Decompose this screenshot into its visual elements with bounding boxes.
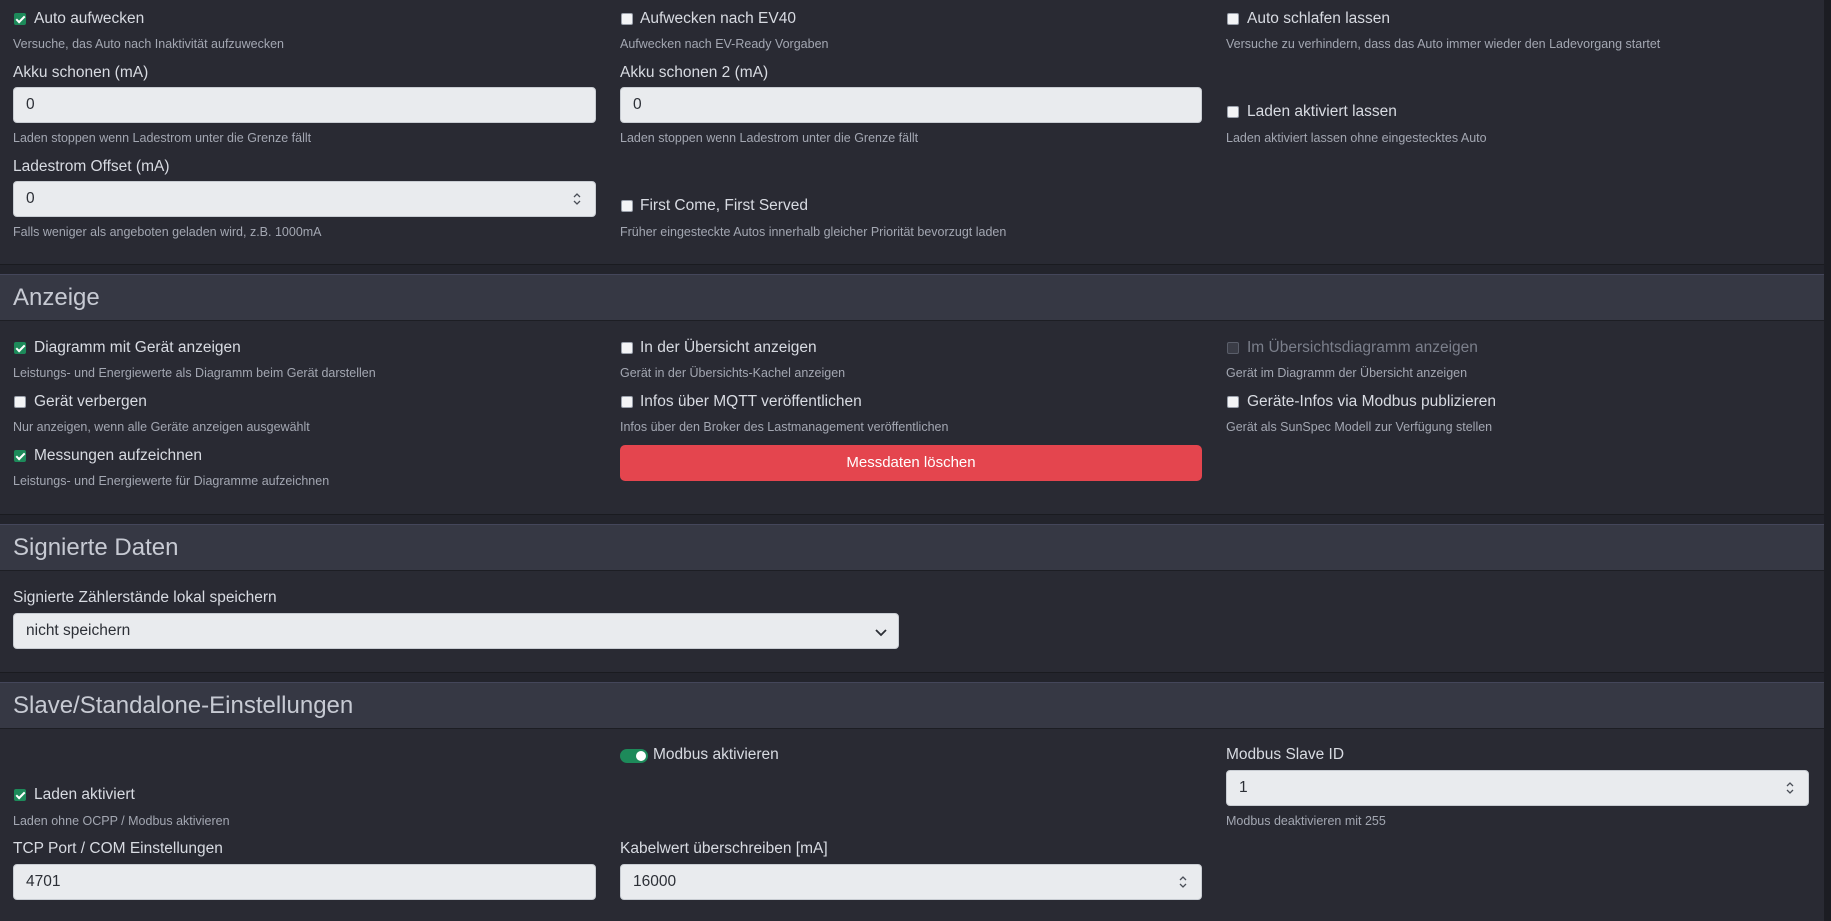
slave-panel-header: Slave/Standalone-Einstellungen — [0, 682, 1824, 729]
slave-id-label: Modbus Slave ID — [1226, 746, 1345, 763]
battery-protect-label: Akku schonen (mA) — [13, 64, 149, 81]
current-offset-input[interactable]: 0 — [13, 181, 596, 217]
keep-enabled-checkbox[interactable] — [1227, 106, 1239, 118]
record-label[interactable]: Messungen aufzeichnen — [34, 447, 202, 465]
slave-id-value: 1 — [1239, 779, 1248, 796]
show-overview-label[interactable]: In der Übersicht anzeigen — [640, 339, 817, 357]
signed-data-title: Signierte Daten — [13, 534, 179, 561]
slave-panel: Slave/Standalone-Einstellungen Modbus ak… — [0, 682, 1824, 921]
show-chart-label[interactable]: Diagramm mit Gerät anzeigen — [34, 339, 241, 357]
show-overview-chart-help: Gerät im Diagramm der Übersicht anzeigen — [1226, 366, 1468, 380]
slave-title: Slave/Standalone-Einstellungen — [13, 692, 354, 719]
record-help: Leistungs- und Energiewerte für Diagramm… — [13, 474, 330, 488]
display-panel: Anzeige Diagramm mit Gerät anzeigen Leis… — [0, 274, 1824, 515]
auto-sleep-checkbox[interactable] — [1227, 13, 1239, 25]
charge-enabled-checkbox[interactable] — [14, 789, 26, 801]
wake-ev40-help: Aufwecken nach EV-Ready Vorgaben — [620, 37, 829, 51]
signed-store-select[interactable]: nicht speichern — [13, 613, 899, 649]
battery-protect2-help: Laden stoppen wenn Ladestrom unter die G… — [620, 131, 919, 145]
auto-sleep-label[interactable]: Auto schlafen lassen — [1247, 10, 1390, 28]
spinner-icon[interactable] — [1179, 875, 1187, 889]
tcp-port-value: 4701 — [26, 873, 61, 890]
spinner-icon[interactable] — [1786, 781, 1794, 795]
chevron-down-icon — [875, 629, 887, 637]
cable-override-label: Kabelwert überschreiben [mA] — [620, 840, 828, 857]
record-checkbox[interactable] — [14, 450, 26, 462]
fcfs-checkbox[interactable] — [621, 200, 633, 212]
modbus-publish-label[interactable]: Geräte-Infos via Modbus publizieren — [1247, 393, 1496, 411]
spinner-icon[interactable] — [573, 192, 581, 206]
modbus-publish-checkbox[interactable] — [1227, 396, 1239, 408]
wake-ev40-checkbox[interactable] — [621, 13, 633, 25]
page-scrollbar[interactable] — [1824, 0, 1831, 921]
wake-ev40-label[interactable]: Aufwecken nach EV40 — [640, 10, 796, 28]
current-offset-value: 0 — [26, 190, 35, 207]
slave-id-help: Modbus deaktivieren mit 255 — [1226, 814, 1386, 828]
tcp-port-label: TCP Port / COM Einstellungen — [13, 840, 223, 857]
show-chart-help: Leistungs- und Energiewerte als Diagramm… — [13, 366, 376, 380]
fcfs-label[interactable]: First Come, First Served — [640, 197, 808, 215]
show-overview-chart-label: Im Übersichtsdiagramm anzeigen — [1247, 339, 1478, 356]
mqtt-publish-label[interactable]: Infos über MQTT veröffentlichen — [640, 393, 862, 411]
hide-device-help: Nur anzeigen, wenn alle Geräte anzeigen … — [13, 420, 310, 434]
charge-enabled-label[interactable]: Laden aktiviert — [34, 786, 135, 804]
current-offset-help: Falls weniger als angeboten geladen wird… — [13, 225, 322, 239]
battery-protect-input[interactable]: 0 — [13, 87, 596, 123]
signed-data-header: Signierte Daten — [0, 524, 1824, 571]
battery-protect2-label: Akku schonen 2 (mA) — [620, 64, 769, 81]
modbus-enable-switch[interactable] — [620, 749, 648, 763]
settings-page: Auto aufwecken Versuche, das Auto nach I… — [0, 0, 1824, 921]
show-overview-checkbox[interactable] — [621, 342, 633, 354]
signed-store-value: nicht speichern — [26, 622, 131, 639]
battery-protect-value: 0 — [26, 96, 35, 113]
modbus-enable-label[interactable]: Modbus aktivieren — [653, 746, 779, 764]
charge-enabled-help: Laden ohne OCPP / Modbus aktivieren — [13, 814, 230, 828]
signed-data-panel: Signierte Daten Signierte Zählerstände l… — [0, 524, 1824, 673]
display-title: Anzeige — [13, 284, 100, 311]
display-panel-header: Anzeige — [0, 274, 1824, 321]
signed-store-label: Signierte Zählerstände lokal speichern — [13, 589, 277, 606]
battery-protect2-input[interactable]: 0 — [620, 87, 1202, 123]
auto-sleep-help: Versuche zu verhindern, dass das Auto im… — [1226, 37, 1661, 51]
mqtt-publish-checkbox[interactable] — [621, 396, 633, 408]
charging-panel: Auto aufwecken Versuche, das Auto nach I… — [0, 0, 1824, 265]
battery-protect-help: Laden stoppen wenn Ladestrom unter die G… — [13, 131, 312, 145]
current-offset-label: Ladestrom Offset (mA) — [13, 158, 170, 175]
show-overview-chart-checkbox — [1227, 342, 1239, 354]
show-overview-help: Gerät in der Übersichts-Kachel anzeigen — [620, 366, 846, 380]
fcfs-help: Früher eingesteckte Autos innerhalb glei… — [620, 225, 1007, 239]
mqtt-publish-help: Infos über den Broker des Lastmanagement… — [620, 420, 949, 434]
keep-enabled-help: Laden aktiviert lassen ohne eingesteckte… — [1226, 131, 1487, 145]
auto-wake-label[interactable]: Auto aufwecken — [34, 10, 144, 28]
slave-id-input[interactable]: 1 — [1226, 770, 1809, 806]
hide-device-label[interactable]: Gerät verbergen — [34, 393, 147, 411]
auto-wake-checkbox[interactable] — [14, 13, 26, 25]
cable-override-value: 16000 — [633, 873, 677, 890]
hide-device-checkbox[interactable] — [14, 396, 26, 408]
battery-protect2-value: 0 — [633, 96, 642, 113]
keep-enabled-label[interactable]: Laden aktiviert lassen — [1247, 103, 1397, 121]
show-chart-checkbox[interactable] — [14, 342, 26, 354]
tcp-port-input[interactable]: 4701 — [13, 864, 596, 900]
auto-wake-help: Versuche, das Auto nach Inaktivität aufz… — [13, 37, 285, 51]
delete-measurements-button[interactable]: Messdaten löschen — [620, 445, 1202, 481]
cable-override-input[interactable]: 16000 — [620, 864, 1202, 900]
modbus-publish-help: Gerät als SunSpec Modell zur Verfügung s… — [1226, 420, 1493, 434]
